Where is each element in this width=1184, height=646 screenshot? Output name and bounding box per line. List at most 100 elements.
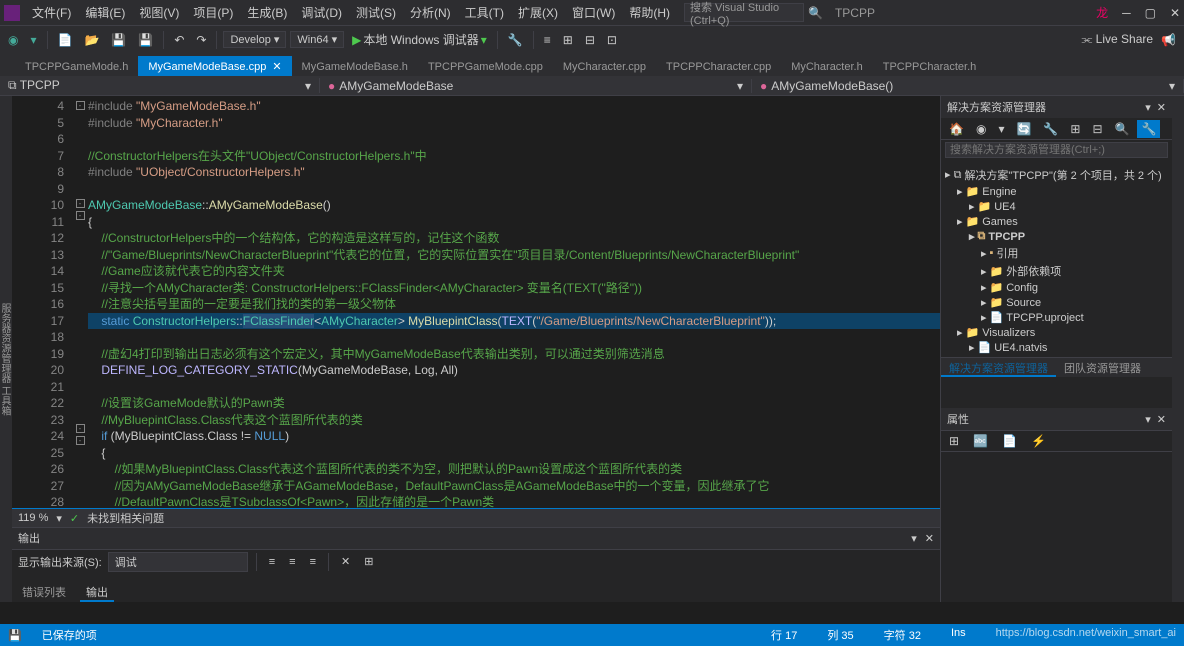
home-icon[interactable]: 🏠 (945, 120, 968, 138)
tree-node[interactable]: ▸ 📁 Engine (945, 184, 1168, 199)
code-editor[interactable]: 4567891011121314151617181920212223242526… (12, 96, 940, 508)
tree-node[interactable]: ▸ ▪ 引用 (945, 244, 1168, 262)
code-line[interactable]: //Game应该就代表它的内容文件夹 (88, 263, 940, 280)
fold-gutter[interactable]: - -- -- -- (72, 96, 88, 508)
explorer-pin-icon[interactable]: ▾ (1145, 101, 1151, 114)
menu-item[interactable]: 调试(D) (295, 2, 348, 23)
code-line[interactable] (88, 131, 940, 148)
forward-button[interactable]: ▾ (26, 31, 40, 49)
right-panel-tab[interactable]: 团队资源管理器 (1056, 358, 1149, 377)
file-tab[interactable]: MyCharacter.h (781, 57, 873, 76)
code-line[interactable]: { (88, 214, 940, 231)
code-line[interactable]: //"Game/Blueprints/NewCharacterBlueprint… (88, 247, 940, 264)
refresh-icon[interactable]: 🔄 (1012, 120, 1035, 138)
zoom-level[interactable]: 119 % (18, 512, 48, 524)
menu-item[interactable]: 视图(V) (133, 2, 185, 23)
tree-node[interactable]: ▸ ⧉ TPCPP (945, 229, 1168, 244)
code-line[interactable]: //因为AMyGameModeBase继承于AGameModeBase，Defa… (88, 478, 940, 495)
code-line[interactable]: #include "UObject/ConstructorHelpers.h" (88, 164, 940, 181)
exp-icon-6[interactable]: 🔍 (1111, 120, 1134, 138)
fold-toggle[interactable]: - (76, 101, 85, 110)
output-pin-icon[interactable]: ▾ (911, 532, 917, 545)
code-line[interactable]: //虚幻4打印到输出日志必须有这个宏定义，其中MyGameModeBase代表输… (88, 346, 940, 363)
code-line[interactable] (88, 329, 940, 346)
output-btn-3[interactable]: ≡ (306, 554, 320, 570)
code-line[interactable]: //ConstructorHelpers在头文件"UObject/Constru… (88, 148, 940, 165)
file-tab[interactable]: TPCPPCharacter.cpp (656, 57, 781, 76)
code-line[interactable]: //寻找一个AMyCharacter类: ConstructorHelpers:… (88, 280, 940, 297)
code-line[interactable]: //注意尖括号里面的一定要是我们找的类的第一级父物体 (88, 296, 940, 313)
wrench-icon[interactable]: 🔧 (1137, 120, 1160, 138)
output-btn-2[interactable]: ≡ (285, 554, 299, 570)
code-line[interactable]: //DefaultPawnClass是TSubclassOf<Pawn>，因此存… (88, 494, 940, 508)
exp-icon-1[interactable]: ◉ (972, 120, 990, 138)
tool-icon-4[interactable]: ⊟ (581, 31, 599, 49)
back-button[interactable]: ◉ (4, 31, 22, 49)
search-icon[interactable]: 🔍 (808, 6, 823, 20)
exp-icon-2[interactable]: ▾ (994, 120, 1008, 138)
run-button[interactable]: ▶ 本地 Windows 调试器 ▾ (348, 29, 491, 50)
menu-item[interactable]: 工具(T) (459, 2, 510, 23)
code-line[interactable]: DEFINE_LOG_CATEGORY_STATIC(MyGameModeBas… (88, 362, 940, 379)
code-line[interactable]: { (88, 445, 940, 462)
output-src-dropdown[interactable]: 调试 (108, 552, 248, 572)
live-share-button[interactable]: ⫘ Live Share (1082, 32, 1154, 47)
tool-icon-3[interactable]: ⊞ (559, 31, 577, 49)
code-area[interactable]: #include "MyGameModeBase.h"#include "MyC… (88, 96, 940, 508)
fold-toggle[interactable]: - (76, 436, 85, 445)
minimize-button[interactable]: ─ (1122, 6, 1131, 20)
props-cat-icon[interactable]: ⊞ (945, 432, 963, 450)
menu-item[interactable]: 窗口(W) (566, 2, 621, 23)
redo-button[interactable]: ↷ (192, 31, 210, 49)
output-close-icon[interactable]: ✕ (925, 532, 934, 545)
file-tab[interactable]: TPCPPCharacter.h (873, 57, 987, 76)
menu-item[interactable]: 文件(F) (26, 2, 77, 23)
code-line[interactable]: AMyGameModeBase::AMyGameModeBase() (88, 197, 940, 214)
code-line[interactable] (88, 181, 940, 198)
menu-item[interactable]: 帮助(H) (623, 2, 676, 23)
file-tab[interactable]: TPCPPGameMode.h (15, 57, 138, 76)
fold-toggle[interactable]: - (76, 211, 85, 220)
tree-node[interactable]: ▸ 📁 Visualizers (945, 325, 1168, 340)
menu-item[interactable]: 编辑(E) (79, 2, 131, 23)
solution-tree[interactable]: ▸ ⧉ 解决方案"TPCPP"(第 2 个项目，共 2 个) ▸ 📁 Engin… (941, 164, 1172, 357)
code-line[interactable]: #include "MyGameModeBase.h" (88, 98, 940, 115)
menu-item[interactable]: 测试(S) (350, 2, 402, 23)
right-panel-tab[interactable]: 解决方案资源管理器 (941, 358, 1056, 377)
fold-toggle[interactable]: - (76, 424, 85, 433)
code-line[interactable]: if (MyBluepintClass.Class != NULL) (88, 428, 940, 445)
tool-icon-5[interactable]: ⊡ (603, 31, 621, 49)
exp-icon-5[interactable]: ⊟ (1088, 120, 1106, 138)
save-button[interactable]: 💾 (107, 31, 130, 49)
menu-item[interactable]: 扩展(X) (512, 2, 564, 23)
file-tab[interactable]: TPCPPGameMode.cpp (418, 57, 553, 76)
output-clear-icon[interactable]: ✕ (337, 553, 354, 570)
menu-item[interactable]: 生成(B) (241, 2, 293, 23)
menu-item[interactable]: 分析(N) (404, 2, 457, 23)
code-line[interactable]: static ConstructorHelpers::FClassFinder<… (88, 313, 940, 330)
fold-toggle[interactable]: - (76, 199, 85, 208)
tree-root[interactable]: ▸ ⧉ 解决方案"TPCPP"(第 2 个项目，共 2 个) (945, 166, 1168, 184)
exp-icon-4[interactable]: ⊞ (1066, 120, 1084, 138)
tool-icon-1[interactable]: 🔧 (504, 31, 527, 49)
output-btn-1[interactable]: ≡ (265, 554, 279, 570)
props-sort-icon[interactable]: 🔤 (969, 432, 992, 450)
bottom-tab[interactable]: 错误列表 (16, 582, 72, 602)
platform-dropdown[interactable]: Win64 ▾ (290, 31, 344, 48)
open-button[interactable]: 📂 (80, 31, 103, 49)
file-tab[interactable]: MyGameModeBase.h (292, 57, 418, 76)
file-tab[interactable]: MyCharacter.cpp (553, 57, 656, 76)
tree-node[interactable]: ▸ 📁 Config (945, 280, 1168, 295)
tree-node[interactable]: ▸ 📄 UE4.natvis (945, 340, 1168, 355)
nav-member[interactable]: AMyGameModeBase() (771, 79, 893, 93)
save-all-button[interactable]: 💾 (134, 31, 157, 49)
quick-search-box[interactable]: 搜索 Visual Studio (Ctrl+Q) (684, 3, 804, 22)
close-button[interactable]: ✕ (1170, 6, 1180, 20)
tree-node[interactable]: ▸ 📁 UE4 (945, 199, 1168, 214)
props-page-icon[interactable]: 📄 (998, 432, 1021, 450)
new-button[interactable]: 📄 (54, 31, 77, 49)
tree-node[interactable]: ▸ 📁 外部依赖项 (945, 262, 1168, 280)
maximize-button[interactable]: ▢ (1145, 6, 1156, 20)
props-pin-icon[interactable]: ▾ (1145, 413, 1151, 426)
undo-button[interactable]: ↶ (170, 31, 188, 49)
